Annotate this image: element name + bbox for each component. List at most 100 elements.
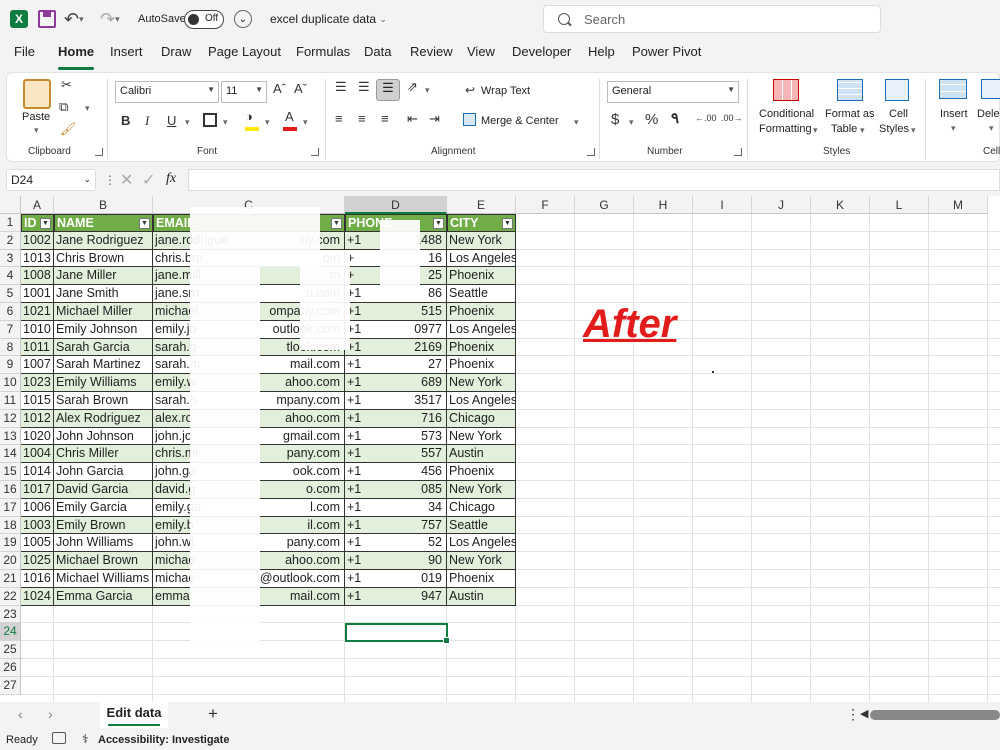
decrease-decimal-icon[interactable]: .00→ bbox=[721, 113, 743, 123]
table-cell-city[interactable]: Phoenix bbox=[447, 303, 516, 321]
row-header-15[interactable]: 15 bbox=[0, 463, 21, 481]
active-cell-selection[interactable] bbox=[345, 623, 450, 645]
table-cell-name[interactable]: Emily Garcia bbox=[54, 498, 153, 517]
table-cell-city[interactable]: Austin bbox=[447, 445, 516, 464]
table-cell-id[interactable]: 1004 bbox=[21, 445, 54, 464]
tab-draw[interactable]: Draw bbox=[161, 44, 191, 68]
tab-review[interactable]: Review bbox=[410, 44, 453, 68]
table-header-name[interactable]: NAME ▼ bbox=[54, 214, 153, 232]
add-sheet-button[interactable]: + bbox=[208, 704, 218, 724]
column-header-i[interactable]: I bbox=[693, 196, 752, 214]
insert-cells-icon[interactable] bbox=[939, 79, 967, 99]
column-header-h[interactable]: H bbox=[634, 196, 693, 214]
wrap-text-icon[interactable]: ↩ bbox=[465, 83, 475, 97]
worksheet-grid[interactable]: A B C D E F G H I J K L M 1 2 3 4 5 6 7 8 9 10 11 12 13 14 15 16 17 18… bbox=[0, 196, 1000, 702]
cell-styles-icon[interactable] bbox=[885, 79, 909, 101]
tab-home[interactable]: Home bbox=[58, 44, 95, 70]
paste-icon[interactable] bbox=[23, 79, 51, 109]
table-cell-name[interactable]: John Johnson bbox=[54, 427, 153, 446]
copy-dropdown-icon[interactable]: ▾ bbox=[85, 103, 90, 114]
row-header-18[interactable]: 18 bbox=[0, 516, 21, 535]
row-header-6[interactable]: 6 bbox=[0, 303, 21, 321]
align-top-icon[interactable]: ☰ bbox=[335, 79, 347, 95]
cut-icon[interactable]: ✂ bbox=[61, 77, 72, 93]
table-cell-city[interactable]: New York bbox=[447, 374, 516, 392]
tab-page-layout[interactable]: Page Layout bbox=[208, 44, 281, 68]
tab-file[interactable]: File bbox=[14, 44, 35, 68]
table-cell-name[interactable]: Emily Brown bbox=[54, 516, 153, 535]
align-middle-icon[interactable]: ☰ bbox=[358, 79, 370, 95]
tab-power-pivot[interactable]: Power Pivot bbox=[632, 44, 701, 68]
table-cell-city[interactable]: Phoenix bbox=[447, 463, 516, 481]
name-box[interactable]: D24 ⌄ bbox=[6, 169, 96, 191]
row-header-8[interactable]: 8 bbox=[0, 338, 21, 357]
copy-icon[interactable]: ⧉ bbox=[59, 99, 68, 115]
row-header-10[interactable]: 10 bbox=[0, 374, 21, 392]
row-header-17[interactable]: 17 bbox=[0, 498, 21, 517]
table-cell-name[interactable]: Jane Smith bbox=[54, 285, 153, 303]
align-right-icon[interactable]: ≡ bbox=[381, 111, 389, 126]
chevron-down-icon[interactable]: ▾ bbox=[34, 125, 39, 136]
cell-styles-label-2[interactable]: Styles bbox=[879, 123, 909, 135]
table-cell-city[interactable]: Chicago bbox=[447, 409, 516, 428]
column-header-l[interactable]: L bbox=[870, 196, 929, 214]
table-cell-phone[interactable]: +1 557 bbox=[345, 445, 447, 464]
wrap-text-button[interactable]: Wrap Text bbox=[481, 85, 530, 97]
table-cell-id[interactable]: 1020 bbox=[21, 427, 54, 446]
table-cell-id[interactable]: 1006 bbox=[21, 498, 54, 517]
table-cell-city[interactable]: Los Angeles bbox=[447, 249, 516, 268]
table-cell-id[interactable]: 1013 bbox=[21, 249, 54, 268]
decrease-indent-icon[interactable]: ⇤ bbox=[407, 111, 418, 127]
table-cell-city[interactable]: New York bbox=[447, 427, 516, 446]
font-color-icon[interactable]: A bbox=[285, 109, 294, 124]
row-header-9[interactable]: 9 bbox=[0, 356, 21, 375]
row-header-27[interactable]: 27 bbox=[0, 676, 21, 695]
sheet-tab-edit-data[interactable]: Edit data bbox=[100, 702, 168, 728]
table-cell-city[interactable]: New York bbox=[447, 481, 516, 499]
table-cell-phone[interactable]: +1 947 bbox=[345, 587, 447, 606]
row-header-4[interactable]: 4 bbox=[0, 267, 21, 286]
column-header-a[interactable]: A bbox=[21, 196, 54, 214]
macro-record-icon[interactable] bbox=[52, 732, 66, 744]
autosave-toggle[interactable]: Off bbox=[184, 10, 224, 29]
table-cell-id[interactable]: 1021 bbox=[21, 303, 54, 321]
table-cell-city[interactable]: Chicago bbox=[447, 498, 516, 517]
currency-dropdown-icon[interactable]: ▾ bbox=[629, 117, 634, 128]
format-as-table-label-2[interactable]: Table bbox=[831, 123, 857, 135]
table-cell-id[interactable]: 1025 bbox=[21, 552, 54, 570]
row-header-23[interactable]: 23 bbox=[0, 605, 21, 624]
horizontal-scrollbar[interactable] bbox=[870, 710, 1000, 720]
clipboard-launcher-icon[interactable] bbox=[95, 148, 103, 156]
row-header-16[interactable]: 16 bbox=[0, 481, 21, 499]
column-header-j[interactable]: J bbox=[752, 196, 811, 214]
table-cell-phone[interactable]: +1 456 bbox=[345, 463, 447, 481]
next-sheet-icon[interactable]: › bbox=[48, 706, 53, 722]
underline-icon[interactable]: U bbox=[167, 113, 176, 128]
chevron-down-icon[interactable]: ▾ bbox=[860, 125, 865, 136]
table-cell-name[interactable]: Emily Johnson bbox=[54, 320, 153, 339]
underline-dropdown-icon[interactable]: ▾ bbox=[185, 117, 190, 128]
table-cell-id[interactable]: 1001 bbox=[21, 285, 54, 303]
alignment-launcher-icon[interactable] bbox=[587, 148, 595, 156]
row-header-14[interactable]: 14 bbox=[0, 445, 21, 464]
table-cell-city[interactable]: Los Angeles bbox=[447, 534, 516, 553]
table-cell-name[interactable]: Jane Rodriguez bbox=[54, 231, 153, 250]
row-header-20[interactable]: 20 bbox=[0, 552, 21, 570]
table-cell-name[interactable]: John Garcia bbox=[54, 463, 153, 481]
table-cell-name[interactable]: Michael Brown bbox=[54, 552, 153, 570]
insert-button[interactable]: Insert bbox=[940, 108, 968, 120]
table-cell-id[interactable]: 1002 bbox=[21, 231, 54, 250]
table-cell-id[interactable]: 1007 bbox=[21, 356, 54, 375]
increase-decimal-icon[interactable]: ←.00 bbox=[695, 113, 717, 123]
decrease-font-icon[interactable]: Aˇ bbox=[294, 81, 307, 96]
orientation-icon[interactable]: ⇗ bbox=[407, 79, 418, 95]
delete-cells-icon[interactable] bbox=[981, 79, 1000, 99]
merge-dropdown-icon[interactable]: ▾ bbox=[574, 117, 579, 128]
table-cell-name[interactable]: Jane Miller bbox=[54, 267, 153, 286]
row-header-1[interactable]: 1 bbox=[0, 214, 21, 232]
table-header-id[interactable]: ID ▼ bbox=[21, 214, 54, 232]
fill-dropdown-icon[interactable]: ▾ bbox=[265, 117, 270, 128]
table-cell-city[interactable]: Los Angeles bbox=[447, 392, 516, 410]
prev-sheet-icon[interactable]: ‹ bbox=[18, 706, 23, 722]
filter-dropdown-icon[interactable]: ▼ bbox=[331, 218, 342, 229]
